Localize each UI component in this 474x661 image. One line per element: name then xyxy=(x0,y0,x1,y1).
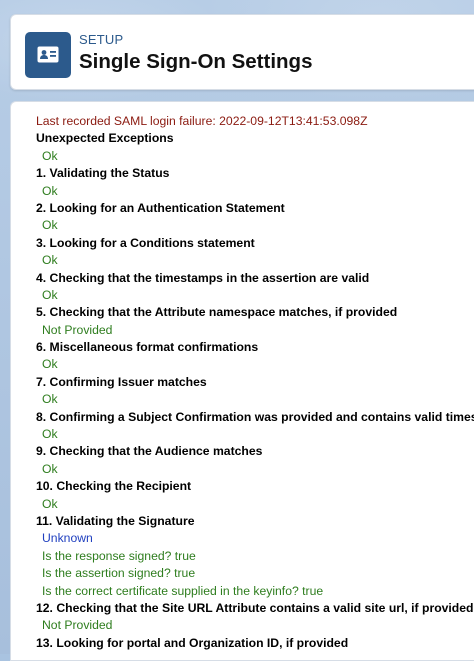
check-result: Not Provided xyxy=(42,618,113,633)
check-result: Is the assertion signed? true xyxy=(42,566,196,581)
check-heading: 9. Checking that the Audience matches xyxy=(36,444,263,459)
check-result: Is the response signed? true xyxy=(42,548,196,563)
check-heading: 13. Looking for portal and Organization … xyxy=(36,635,349,650)
check-heading: Unexpected Exceptions xyxy=(36,131,174,146)
check-result: Ok xyxy=(42,218,58,233)
check-result: Ok xyxy=(42,427,58,442)
check-result: Ok xyxy=(42,183,58,198)
validation-results: Last recorded SAML login failure: 2022-0… xyxy=(26,113,474,652)
page-header: SETUP Single Sign-On Settings xyxy=(10,14,474,90)
check-result: Ok xyxy=(42,148,58,163)
check-heading: 8. Confirming a Subject Confirmation was… xyxy=(36,409,474,424)
check-heading: 4. Checking that the timestamps in the a… xyxy=(36,270,370,285)
check-result: Ok xyxy=(42,461,58,476)
check-result: Is the correct certificate supplied in t… xyxy=(42,583,324,598)
check-result: Ok xyxy=(42,253,58,268)
check-heading: 11. Validating the Signature xyxy=(36,513,195,528)
id-card-icon xyxy=(25,32,71,78)
check-result: Ok xyxy=(42,496,58,511)
page-title: Single Sign-On Settings xyxy=(79,50,313,73)
breadcrumb-setup[interactable]: SETUP xyxy=(79,32,123,47)
check-result: Ok xyxy=(42,357,58,372)
check-result: Unknown xyxy=(42,531,93,546)
check-heading: 7. Confirming Issuer matches xyxy=(36,374,207,389)
check-heading: 5. Checking that the Attribute namespace… xyxy=(36,305,398,320)
check-result: Ok xyxy=(42,287,58,302)
check-heading: 3. Looking for a Conditions statement xyxy=(36,235,255,250)
saml-failure-line: Last recorded SAML login failure: 2022-0… xyxy=(36,114,368,128)
check-heading: 10. Checking the Recipient xyxy=(36,479,192,494)
check-result: Ok xyxy=(42,392,58,407)
check-heading: 2. Looking for an Authentication Stateme… xyxy=(36,200,285,215)
check-result: Not Provided xyxy=(42,322,113,337)
check-heading: 6. Miscellaneous format confirmations xyxy=(36,340,259,355)
check-heading: 12. Checking that the Site URL Attribute… xyxy=(36,600,474,615)
check-heading: 1. Validating the Status xyxy=(36,166,170,181)
